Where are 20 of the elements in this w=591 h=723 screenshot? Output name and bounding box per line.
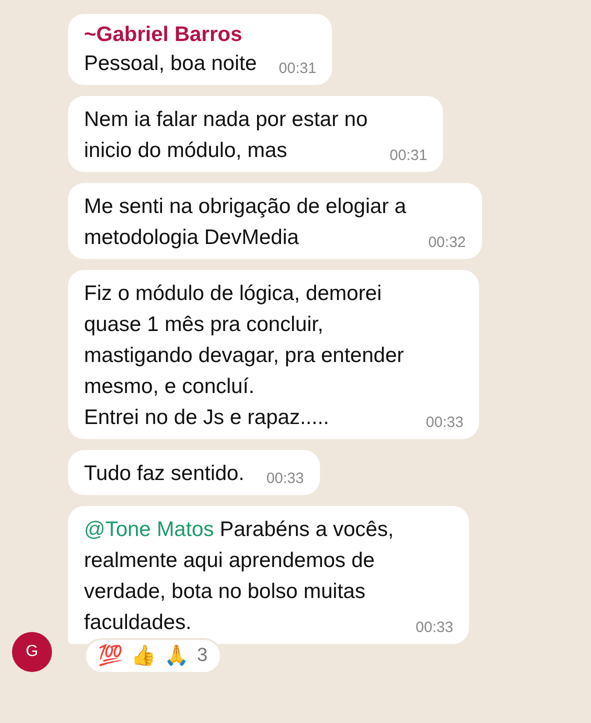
reaction-emoji: 🙏 — [164, 644, 189, 668]
message-time: 00:31 — [390, 146, 428, 166]
message-text: Tudo faz sentido. — [84, 461, 244, 487]
avatar[interactable]: G — [12, 632, 52, 672]
reactions-pill[interactable]: 💯 👍 🙏 3 — [84, 638, 222, 674]
reaction-emoji: 💯 — [98, 644, 123, 668]
message-time: 00:33 — [266, 469, 304, 489]
sender-name: ~Gabriel Barros — [84, 22, 244, 48]
message-text: Me senti na obrigação de elogiar a metodologia DevMedia — [84, 194, 406, 251]
message-time: 00:32 — [428, 233, 466, 253]
message-text: @Tone Matos Parabéns a vocês, realmente aqui aprendemos de verdade, bota no bolso muitas faculdades. — [84, 517, 394, 636]
message-text: Pessoal, boa noite — [84, 51, 257, 77]
message-text: Fiz o módulo de lógica, demorei quase 1 mês pra concluir, mastigando devagar, pra entender mesmo, e concluí. Entrei no de Js e rapaz..... — [84, 281, 404, 431]
message-text: Nem ia falar nada por estar no inicio do módulo, mas — [84, 107, 368, 164]
reaction-count: 3 — [197, 645, 208, 667]
mention-link[interactable]: @Tone Matos — [84, 518, 214, 541]
message-time: 00:33 — [426, 413, 464, 433]
reaction-emoji: 👍 — [131, 644, 156, 668]
message-time: 00:31 — [278, 59, 316, 79]
message-time: 00:33 — [416, 618, 454, 638]
